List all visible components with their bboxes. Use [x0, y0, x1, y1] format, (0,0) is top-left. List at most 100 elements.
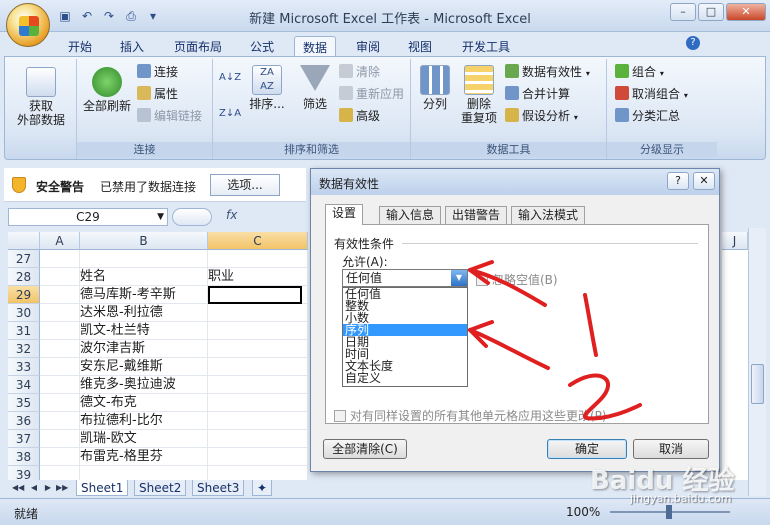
vertical-scrollbar[interactable] [748, 228, 766, 496]
cell-b[interactable]: 布拉德利-比尔 [80, 412, 208, 430]
cell-b[interactable]: 凯瑞-欧文 [80, 430, 208, 448]
cell-b[interactable]: 达米恩-利拉德 [80, 304, 208, 322]
reapply-button[interactable]: 重新应用 [339, 85, 404, 103]
ungroup-button[interactable]: 取消组合 ▾ [615, 85, 688, 103]
active-cell-c29[interactable] [208, 286, 302, 304]
allow-dropdown-icon[interactable]: ▼ [451, 270, 467, 286]
apply-all-checkbox[interactable]: 对有同样设置的所有其他单元格应用这些更改(P) [334, 407, 607, 424]
clear-button[interactable]: 清除 [339, 63, 380, 81]
row-header[interactable]: 39 [8, 466, 40, 480]
cell-a[interactable] [40, 394, 80, 412]
cell-c[interactable] [208, 250, 308, 268]
clear-all-button[interactable]: 全部清除(C) [323, 439, 407, 459]
cell-a[interactable] [40, 304, 80, 322]
dialog-tab-input-message[interactable]: 输入信息 [379, 206, 442, 224]
cell-a[interactable] [40, 250, 80, 268]
sort-az-button[interactable]: A↓Z [219, 69, 241, 87]
cell-c[interactable] [208, 322, 308, 340]
row-header[interactable]: 38 [8, 448, 40, 466]
cell-b[interactable] [80, 466, 208, 480]
tab-page-layout[interactable]: 页面布局 [166, 36, 230, 56]
save-icon[interactable]: ▣ [56, 7, 74, 25]
dialog-tab-ime-mode[interactable]: 输入法模式 [511, 206, 586, 224]
filter-button[interactable]: 筛选 [295, 65, 335, 111]
row-header[interactable]: 32 [8, 340, 40, 358]
print-preview-icon[interactable]: ⎙ [122, 7, 140, 25]
zoom-slider-thumb[interactable] [666, 505, 672, 519]
cell-a[interactable] [40, 376, 80, 394]
tab-home[interactable]: 开始 [60, 36, 100, 56]
cell-c[interactable] [208, 340, 308, 358]
tab-data[interactable]: 数据 [294, 36, 337, 56]
dialog-tab-settings[interactable]: 设置 [325, 204, 364, 225]
row-header[interactable]: 37 [8, 430, 40, 448]
allow-option[interactable]: 自定义 [343, 372, 467, 384]
cell-b[interactable]: 德马库斯-考辛斯 [80, 286, 208, 304]
refresh-all-button[interactable]: 全部刷新 [81, 67, 133, 113]
name-box-dropdown-icon[interactable]: ▼ [157, 209, 164, 225]
row-header[interactable]: 28 [8, 268, 40, 286]
sheet-tab-3[interactable]: Sheet3 [192, 480, 245, 496]
sheet-tab-1[interactable]: Sheet1 [76, 480, 129, 496]
close-icon[interactable]: ✕ [726, 3, 766, 21]
cell-c[interactable] [208, 376, 308, 394]
edit-links-button[interactable]: 编辑链接 [137, 107, 202, 125]
formula-bar-handle[interactable] [172, 208, 212, 226]
cell-a[interactable] [40, 340, 80, 358]
minimize-icon[interactable]: – [670, 3, 696, 21]
apply-all-box[interactable] [334, 410, 346, 422]
tab-formulas[interactable]: 公式 [242, 36, 282, 56]
vertical-scroll-thumb[interactable] [751, 364, 764, 404]
text-to-columns-button[interactable]: 分列 [415, 65, 455, 111]
insert-sheet-icon[interactable]: ✦ [252, 480, 273, 496]
row-header[interactable]: 31 [8, 322, 40, 340]
row-header[interactable]: 36 [8, 412, 40, 430]
sheet-tab-2[interactable]: Sheet2 [134, 480, 187, 496]
maximize-icon[interactable]: □ [698, 3, 724, 21]
cell-a[interactable] [40, 322, 80, 340]
cell-b[interactable]: 德文-布克 [80, 394, 208, 412]
select-all-corner[interactable] [8, 232, 40, 250]
properties-button[interactable]: 属性 [137, 85, 178, 103]
cell-b[interactable]: 安东尼-戴维斯 [80, 358, 208, 376]
cell-c[interactable] [208, 466, 308, 480]
next-sheet-icon[interactable]: ▶ [42, 482, 54, 494]
connections-button[interactable]: 连接 [137, 63, 178, 81]
column-header-a[interactable]: A [40, 232, 80, 250]
zoom-level[interactable]: 100% [566, 505, 600, 519]
sort-za-button[interactable]: Z↓A [219, 105, 241, 123]
sort-button[interactable]: ZA AZ 排序... [247, 65, 287, 111]
cell-c[interactable] [208, 430, 308, 448]
worksheet-grid[interactable]: A B C 27 28 姓名 职业 29 德马库斯-考辛斯 30 达米恩-利拉德 31 凯文-杜兰… [8, 232, 308, 480]
prev-sheet-icon[interactable]: ◀ [28, 482, 40, 494]
cell-b[interactable]: 布雷克-格里芬 [80, 448, 208, 466]
tab-insert[interactable]: 插入 [112, 36, 152, 56]
cell-c[interactable] [208, 412, 308, 430]
column-header-b[interactable]: B [80, 232, 208, 250]
cell-a[interactable] [40, 430, 80, 448]
office-button[interactable] [6, 3, 50, 47]
help-icon[interactable]: ? [686, 36, 700, 50]
subtotal-button[interactable]: 分类汇总 [615, 107, 680, 125]
last-sheet-icon[interactable]: ▶▶ [56, 482, 68, 494]
dialog-help-icon[interactable]: ? [667, 172, 689, 190]
row-header[interactable]: 34 [8, 376, 40, 394]
fx-icon[interactable]: fx [226, 208, 237, 222]
ok-button[interactable]: 确定 [547, 439, 627, 459]
worksheet-grid-right[interactable]: J [722, 232, 748, 480]
column-header-j[interactable]: J [722, 232, 748, 250]
allow-select[interactable]: 任何值 ▼ [342, 269, 468, 287]
row-header[interactable]: 29 [8, 286, 40, 304]
cell-c[interactable] [208, 448, 308, 466]
cell-b[interactable]: 凯文-杜兰特 [80, 322, 208, 340]
qat-dropdown-icon[interactable]: ▾ [144, 7, 162, 25]
cell-c[interactable] [208, 394, 308, 412]
cell-a[interactable] [40, 358, 80, 376]
cell-c[interactable] [208, 358, 308, 376]
cell-a[interactable] [40, 412, 80, 430]
what-if-button[interactable]: 假设分析 ▾ [505, 107, 578, 125]
cell-a[interactable] [40, 466, 80, 480]
cancel-button[interactable]: 取消 [633, 439, 709, 459]
data-validation-button[interactable]: 数据有效性 ▾ [505, 63, 590, 81]
cell-c[interactable]: 职业 [208, 268, 308, 286]
